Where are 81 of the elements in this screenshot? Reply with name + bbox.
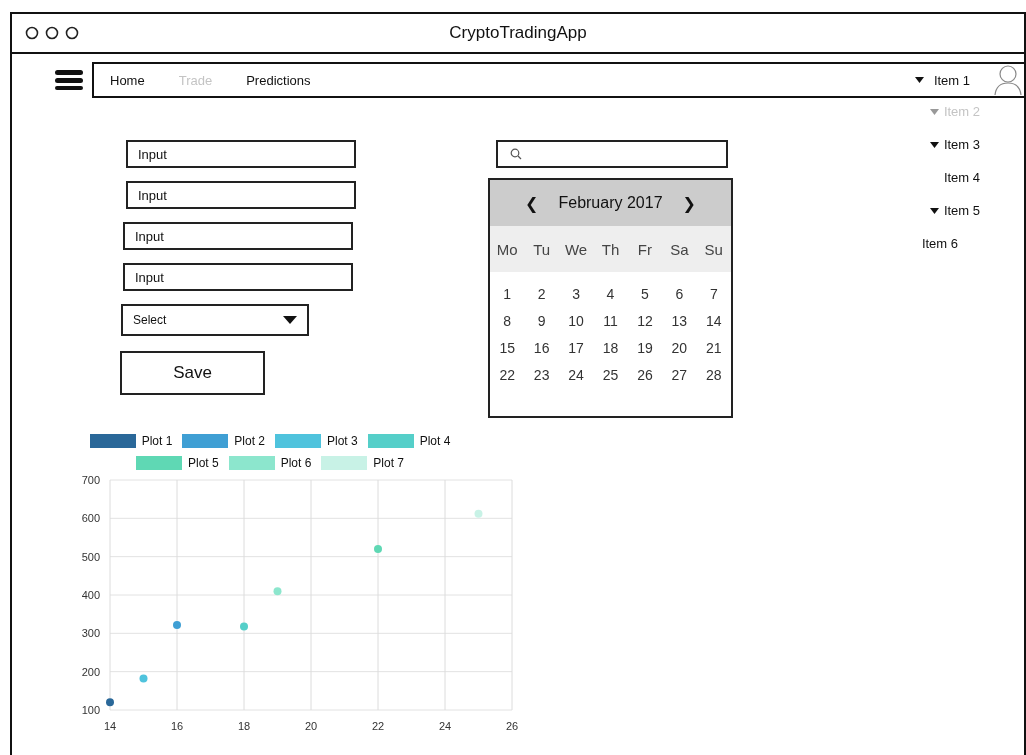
calendar-day[interactable]: 4	[593, 286, 628, 302]
calendar-day[interactable]: 21	[696, 340, 731, 356]
input-field[interactable]: Input	[126, 140, 356, 168]
input-field[interactable]: Input	[123, 222, 353, 250]
select-dropdown[interactable]: Select	[121, 304, 309, 336]
y-tick-label: 400	[81, 589, 100, 601]
legend-label: Plot 3	[327, 434, 358, 448]
calendar-day[interactable]: 5	[627, 286, 663, 302]
x-tick-label: 20	[304, 720, 318, 732]
calendar-day[interactable]: 23	[524, 367, 559, 383]
calendar-day[interactable]: 25	[593, 367, 628, 383]
weekday-label: Tu	[532, 240, 552, 258]
x-tick-label: 24	[438, 720, 452, 732]
calendar-day[interactable]: 13	[662, 313, 697, 329]
calendar-day[interactable]: 18	[593, 340, 628, 356]
input-field[interactable]: Input	[126, 181, 356, 209]
weekday-label: Th	[600, 240, 621, 258]
calendar-day[interactable]: 2	[524, 286, 559, 302]
weekday-label: Fr	[636, 240, 653, 258]
calendar-day[interactable]: 24	[558, 367, 594, 383]
dropdown-menu-item[interactable]: Item 1	[933, 72, 970, 88]
calendar-day[interactable]: 19	[627, 340, 663, 356]
legend-label: Plot 6	[280, 456, 312, 470]
save-button[interactable]: Save	[120, 351, 265, 395]
x-tick-label: 14	[103, 720, 117, 732]
legend-label: Plot 7	[373, 456, 405, 470]
x-tick-label: 26	[505, 720, 519, 732]
weekday-label: Mo	[495, 240, 519, 258]
caret-icon[interactable]	[914, 77, 924, 83]
weekday-label: Sa	[669, 240, 690, 258]
calendar-day[interactable]: 28	[696, 367, 731, 383]
y-tick-label: 300	[81, 627, 100, 640]
calendar-day[interactable]: 6	[662, 286, 697, 302]
dropdown-menu-item[interactable]: Item 6	[921, 236, 958, 251]
next-month-button[interactable]: ❯	[678, 193, 700, 213]
y-tick-label: 500	[81, 550, 100, 563]
y-tick-label: 700	[81, 474, 100, 486]
calendar-day[interactable]: 27	[662, 367, 697, 383]
user-avatar-icon[interactable]	[994, 64, 1022, 96]
x-tick-label: 22	[371, 720, 385, 732]
legend-label: Plot 5	[187, 456, 219, 470]
calendar-day[interactable]: 9	[524, 313, 559, 329]
dropdown-menu-item[interactable]: Item 5	[943, 203, 980, 218]
legend-label: Plot 2	[234, 434, 265, 448]
input-field[interactable]: Input	[123, 263, 353, 291]
calendar-day[interactable]: 7	[696, 286, 731, 302]
calendar-day[interactable]: 3	[558, 286, 594, 302]
calendar-day[interactable]: 11	[593, 313, 628, 329]
window-title: CryptoTradingApp	[449, 23, 587, 43]
calendar-day[interactable]: 17	[558, 340, 594, 356]
calendar-day[interactable]: 8	[490, 313, 525, 329]
caret-icon[interactable]	[929, 141, 939, 148]
dropdown-menu-item[interactable]: Item 4	[943, 170, 980, 185]
calendar-day[interactable]: 20	[662, 340, 697, 356]
calendar-day[interactable]: 15	[490, 340, 525, 356]
legend-label: Plot 1	[141, 434, 173, 448]
calendar-day[interactable]: 26	[627, 367, 663, 383]
search-icon	[510, 148, 522, 160]
calendar-day[interactable]: 10	[558, 313, 594, 329]
y-tick-label: 600	[81, 512, 100, 525]
dropdown-menu-item[interactable]: Item 3	[943, 137, 980, 152]
weekday-label: Su	[703, 240, 724, 258]
search-field[interactable]	[496, 140, 728, 168]
caret-icon[interactable]	[929, 207, 939, 214]
caret-icon[interactable]	[283, 316, 297, 324]
month-title: February 2017	[558, 194, 663, 212]
nav-link[interactable]: Predictions	[246, 72, 311, 88]
y-tick-label: 200	[81, 665, 100, 678]
calendar-day[interactable]: 14	[696, 313, 731, 329]
calendar-day[interactable]: 1	[490, 286, 525, 302]
weekday-label: We	[563, 240, 589, 258]
calendar-day[interactable]: 16	[524, 340, 559, 356]
previous-month-button[interactable]: ❮	[521, 193, 543, 213]
x-tick-label: 18	[237, 720, 251, 732]
calendar-day[interactable]: 22	[490, 367, 525, 383]
x-tick-label: 16	[170, 720, 184, 732]
menu-icon[interactable]	[54, 69, 84, 91]
nav-link[interactable]: Home	[110, 72, 145, 88]
legend-label: Plot 4	[419, 434, 451, 448]
y-tick-label: 100	[81, 704, 100, 716]
calendar-day[interactable]: 12	[627, 313, 663, 329]
